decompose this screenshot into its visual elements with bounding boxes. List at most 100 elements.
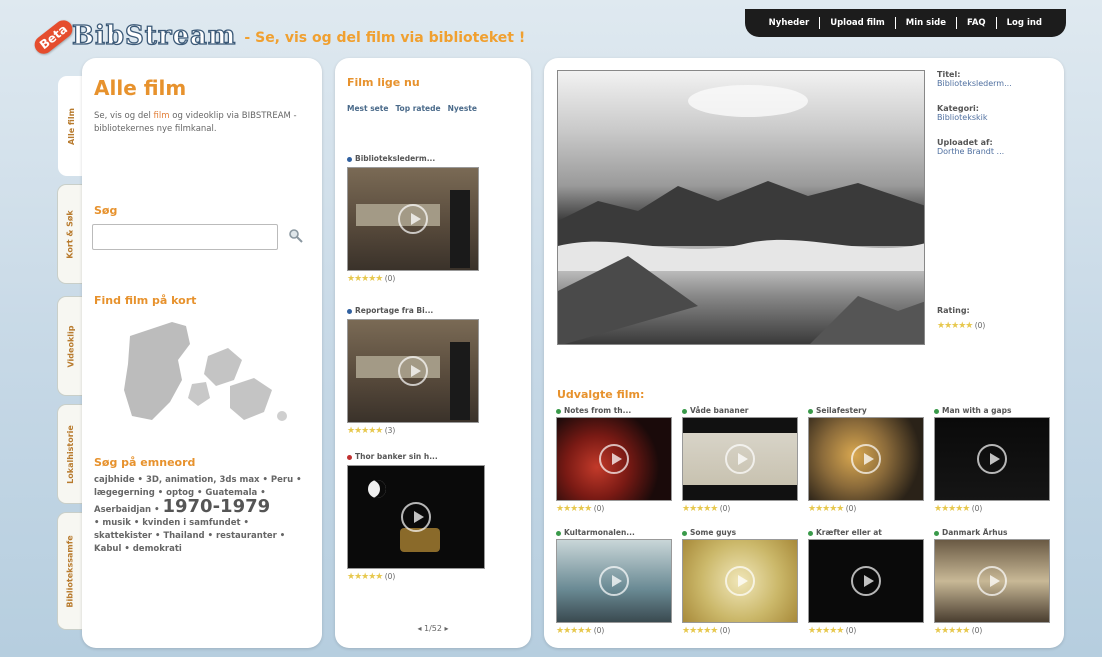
pager: ◂ 1/52 ▸ (335, 624, 531, 633)
featured-item-rating[interactable]: ★★★★★ (0) (682, 504, 800, 514)
title-value[interactable]: Bibliotekslederm... (937, 79, 1057, 88)
featured-item-title: Some guys (682, 528, 800, 537)
tags-part-2[interactable]: Aserbaidjan • (94, 505, 160, 515)
tab-library-society[interactable]: Bibliotekssamfe (57, 512, 83, 630)
featured-item-rating[interactable]: ★★★★★ (0) (556, 504, 674, 514)
sort-top-rated[interactable]: Top ratede (395, 104, 440, 113)
featured-item[interactable]: Notes from th... ★★★★★ (0) (556, 406, 674, 514)
featured-item[interactable]: Some guys ★★★★★ (0) (682, 528, 800, 636)
rating-label: Rating: (937, 306, 970, 315)
intro-film-link[interactable]: film (154, 111, 170, 121)
tab-videoclips[interactable]: Videoklip (57, 296, 83, 396)
featured-item-rating[interactable]: ★★★★★ (0) (808, 504, 926, 514)
video-thumbnail[interactable] (556, 417, 672, 501)
featured-item-rating[interactable]: ★★★★★ (0) (808, 626, 926, 636)
rating-stars[interactable]: ★★★★★ (937, 321, 973, 331)
featured-item[interactable]: Kultarmonalen... ★★★★★ (0) (556, 528, 674, 636)
video-thumbnail[interactable] (934, 539, 1050, 623)
rating-stars[interactable]: ★★★★★ (347, 572, 383, 582)
featured-item[interactable]: Kræfter eller at ★★★★★ (0) (808, 528, 926, 636)
next-page-icon[interactable]: ▸ (445, 624, 449, 633)
rating-stars[interactable]: ★★★★★ (347, 426, 383, 436)
featured-item[interactable]: Seilafestery ★★★★★ (0) (808, 406, 926, 514)
list-item[interactable]: Bibliotekslederm... ★★★★★ (0) (347, 154, 479, 284)
page-title: Alle film (94, 76, 187, 100)
rating-count: (0) (974, 321, 986, 330)
denmark-map[interactable] (112, 316, 292, 442)
mountain-scene (558, 85, 924, 344)
prev-page-icon[interactable]: ◂ (417, 624, 421, 633)
featured-item-title: Våde bananer (682, 406, 800, 415)
play-icon (851, 566, 881, 596)
play-icon (398, 204, 428, 234)
list-item[interactable]: Reportage fra Bi... ★★★★★ (3) (347, 306, 479, 436)
nav-faq[interactable]: FAQ (956, 17, 996, 29)
site-logo[interactable]: Beta BibStream - Se, vis og del film via… (31, 14, 526, 58)
nav-news[interactable]: Nyheder (759, 17, 820, 29)
featured-item-rating[interactable]: ★★★★★ (0) (934, 626, 1052, 636)
video-player[interactable] (557, 70, 925, 345)
video-thumbnail[interactable] (682, 539, 798, 623)
video-thumbnail[interactable] (808, 539, 924, 623)
beta-badge: Beta (31, 16, 77, 58)
map-title: Find film på kort (94, 294, 197, 307)
nav-login[interactable]: Log ind (995, 17, 1052, 29)
video-thumbnail[interactable] (347, 319, 479, 423)
featured-item-rating[interactable]: ★★★★★ (0) (682, 626, 800, 636)
category-label: Kategori: (937, 104, 979, 113)
video-thumbnail[interactable] (934, 417, 1050, 501)
uploader-value[interactable]: Dorthe Brandt ... (937, 147, 1057, 156)
rating-block: Rating: ★★★★★ (0) (937, 306, 985, 331)
page-indicator: 1/52 (424, 624, 442, 633)
play-icon (977, 566, 1007, 596)
tab-all-films[interactable]: Alle film (58, 76, 84, 176)
video-thumbnail[interactable] (808, 417, 924, 501)
tag-1970-1979[interactable]: 1970-1979 (162, 496, 270, 517)
search-title: Søg (94, 204, 118, 217)
featured-item[interactable]: Man with a gaps ★★★★★ (0) (934, 406, 1052, 514)
play-icon (851, 444, 881, 474)
rating-stars[interactable]: ★★★★★ (347, 274, 383, 284)
video-thumbnail[interactable] (347, 465, 485, 569)
nav-upload[interactable]: Upload film (819, 17, 895, 29)
play-icon (725, 566, 755, 596)
video-info: Titel: Bibliotekslederm... Kategori: Bib… (937, 70, 1057, 156)
sort-most-seen[interactable]: Mest sete (347, 104, 388, 113)
play-icon (398, 356, 428, 386)
featured-item-rating[interactable]: ★★★★★ (0) (556, 626, 674, 636)
list-item[interactable]: Thor banker sin h... ★★★★★ (0) (347, 452, 485, 582)
featured-item[interactable]: Danmark Århus ★★★★★ (0) (934, 528, 1052, 636)
video-thumbnail[interactable] (347, 167, 479, 271)
sort-newest[interactable]: Nyeste (448, 104, 477, 113)
featured-item[interactable]: Våde bananer ★★★★★ (0) (682, 406, 800, 514)
sort-tabs: Mest sete Top ratede Nyeste (347, 104, 477, 113)
item-title: Reportage fra Bi... (355, 306, 434, 315)
title-label: Titel: (937, 70, 961, 79)
play-icon (401, 502, 431, 532)
tag-cloud: cajbhide • 3D, animation, 3ds max • Peru… (94, 474, 309, 556)
uploader-label: Uploadet af: (937, 138, 993, 147)
tagline: - Se, vis og del film via biblioteket ! (244, 30, 526, 46)
intro-text: Se, vis og del film og videoklip via BIB… (94, 111, 297, 134)
nav-my-page[interactable]: Min side (894, 17, 956, 29)
item-title: Bibliotekslederm... (355, 154, 436, 163)
tab-local-history[interactable]: Lokalhistorie (57, 404, 83, 504)
video-thumbnail[interactable] (682, 417, 798, 501)
tags-part-3[interactable]: • musik • kvinden i samfundet • skatteki… (94, 518, 285, 554)
brand-name: BibStream (71, 20, 237, 51)
play-icon (725, 444, 755, 474)
video-thumbnail[interactable] (556, 539, 672, 623)
play-icon (977, 444, 1007, 474)
category-value[interactable]: Bibliotekskik (937, 113, 1057, 122)
search-input[interactable] (92, 224, 278, 250)
tags-part-1[interactable]: cajbhide • 3D, animation, 3ds max • Peru… (94, 475, 302, 498)
top-navigation: Nyheder Upload film Min side FAQ Log ind (744, 9, 1066, 37)
now-playing-title: Film lige nu (347, 76, 420, 89)
play-icon (599, 566, 629, 596)
middle-panel: Film lige nu Mest sete Top ratede Nyeste… (335, 58, 531, 648)
featured-item-rating[interactable]: ★★★★★ (0) (934, 504, 1052, 514)
featured-grid: Notes from th... ★★★★★ (0) Våde bananer ★★★… (556, 406, 1056, 642)
featured-item-title: Kræfter eller at (808, 528, 926, 537)
search-icon[interactable] (288, 228, 304, 244)
tab-map-search[interactable]: Kort & Søk (57, 184, 83, 284)
